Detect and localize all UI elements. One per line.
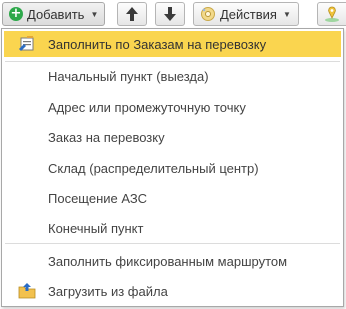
menu-item-label: Посещение АЗС [48, 190, 147, 206]
menu-item-transport-order[interactable]: Заказ на перевозку [4, 124, 341, 150]
add-button-label: Добавить [27, 6, 85, 22]
chevron-down-icon: ▼ [90, 9, 99, 19]
chevron-down-icon: ▼ [282, 9, 291, 19]
actions-button[interactable]: Действия ▼ [193, 2, 299, 26]
menu-item-label: Заполнить фиксированным маршрутом [48, 253, 288, 269]
menu-item-label: Начальный пункт (выезда) [48, 68, 209, 84]
move-up-button[interactable] [117, 2, 147, 26]
menu-separator [5, 243, 340, 244]
move-down-button[interactable] [155, 2, 185, 26]
add-dropdown-menu: Заполнить по Заказам на перевозку Началь… [1, 28, 344, 307]
arrow-down-icon [164, 7, 176, 21]
menu-item-label: Конечный пункт [48, 220, 144, 236]
plus-circle-icon: + [9, 6, 23, 21]
arrow-up-icon [126, 7, 138, 21]
menu-item-fill-by-orders[interactable]: Заполнить по Заказам на перевозку [4, 31, 341, 57]
map-pin-icon [325, 6, 339, 22]
menu-item-label: Загрузить из файла [48, 283, 168, 299]
actions-button-label: Действия [220, 6, 277, 22]
menu-separator [5, 61, 340, 62]
actions-gear-icon [201, 7, 215, 21]
fill-orders-icon [19, 36, 34, 51]
menu-item-fill-fixed-route[interactable]: Заполнить фиксированным маршрутом [4, 248, 341, 274]
menu-item-label: Заказ на перевозку [48, 129, 165, 145]
menu-item-gas-station-visit[interactable]: Посещение АЗС [4, 185, 341, 211]
menu-item-label: Заполнить по Заказам на перевозку [48, 36, 267, 52]
menu-item-start-point[interactable]: Начальный пункт (выезда) [4, 63, 341, 89]
menu-item-warehouse[interactable]: Склад (распределительный центр) [4, 155, 341, 181]
menu-item-label: Адрес или промежуточную точку [48, 99, 246, 115]
map-pin-button[interactable] [317, 2, 346, 26]
add-button[interactable]: + Добавить ▼ [2, 2, 105, 26]
folder-upload-icon [18, 283, 36, 299]
menu-item-address-or-waypoint[interactable]: Адрес или промежуточную точку [4, 94, 341, 120]
menu-item-load-from-file[interactable]: Загрузить из файла [4, 278, 341, 304]
menu-item-end-point[interactable]: Конечный пункт [4, 215, 341, 241]
menu-item-label: Склад (распределительный центр) [48, 160, 259, 176]
